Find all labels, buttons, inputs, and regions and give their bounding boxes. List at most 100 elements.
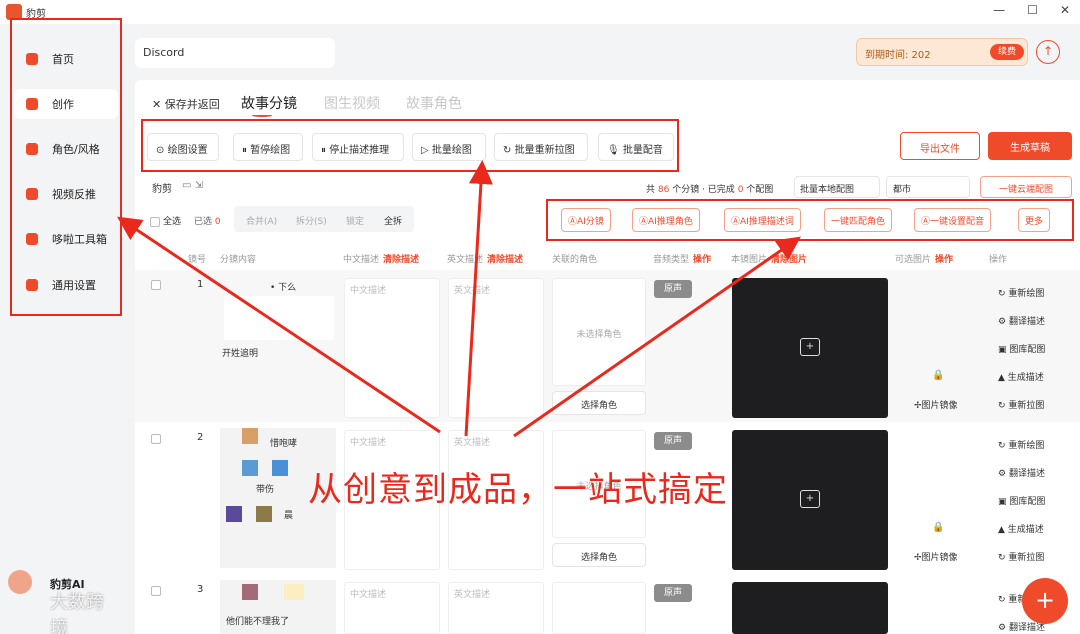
image-mirror-button[interactable]: ✢图片镜像 (914, 550, 958, 563)
target-icon: ⊙ (156, 145, 165, 156)
add-button[interactable]: + (1022, 578, 1068, 624)
minimize-icon[interactable]: — (993, 3, 1005, 17)
header-audio: 音频类型 操作 (653, 252, 711, 265)
batch-draw-button[interactable]: ▷ 批量绘图 (412, 133, 486, 161)
cloud-match-button[interactable]: 一键云端配图 (980, 176, 1072, 198)
sidebar-item-roles[interactable]: 角色/风格 (14, 134, 118, 164)
add-image-icon: + (800, 490, 820, 508)
repull-image-button[interactable]: ↻ 重新拉图 (998, 398, 1044, 411)
select-role-button[interactable]: 选择角色 (552, 391, 646, 415)
lock-button[interactable]: 锁定 (346, 214, 364, 227)
voice-tag[interactable]: 原声 (654, 280, 692, 298)
lock-icon[interactable]: 🔒 (932, 370, 944, 381)
redraw-button[interactable]: ↻ 重新绘图 (998, 286, 1044, 299)
sidebar-item-video-reverse[interactable]: 视频反推 (14, 179, 118, 209)
storyboard-summary: 共 86 个分镜 · 已完成 0 个配图 (646, 182, 773, 195)
split-all-button[interactable]: 全拆 (384, 214, 402, 227)
en-description-input[interactable]: 英文描述 (448, 278, 544, 418)
repull-image-button[interactable]: ↻ 重新拉图 (998, 550, 1044, 563)
storyboard-content[interactable]: • 下么 开姓追明 (220, 276, 336, 416)
batch-redraw-button[interactable]: ↻ 批量重新拉图 (494, 133, 588, 161)
ai-actions-highlight-box (546, 199, 1074, 241)
batch-local-match-button[interactable]: 批量本地配图 (794, 176, 880, 198)
optional-action-button[interactable]: 操作 (935, 255, 953, 265)
content-text: • 下么 (270, 283, 297, 293)
generate-description-button[interactable]: ▲ 生成描述 (998, 370, 1044, 383)
cn-description-input[interactable]: 中文描述 (344, 582, 440, 634)
translate-button[interactable]: ⚙ 翻译描述 (998, 314, 1045, 327)
translate-button[interactable]: ⚙ 翻译描述 (998, 466, 1045, 479)
image-slot[interactable] (732, 582, 888, 634)
upload-icon[interactable]: ↑ (1036, 40, 1060, 64)
image-slot[interactable]: + (732, 278, 888, 418)
renew-button[interactable]: 续费 (990, 44, 1024, 60)
merge-button[interactable]: 合并(A) (246, 214, 277, 227)
voice-tag[interactable]: 原声 (654, 432, 692, 450)
segment-actions: 合并(A) 拆分(S) 锁定 全拆 (234, 206, 414, 232)
stop-inference-button[interactable]: ⏸ 停止描述推理 (312, 133, 404, 161)
avatar[interactable] (8, 570, 32, 594)
row-number: 3 (197, 584, 204, 595)
auto-voice-button[interactable]: Ⓐ一键设置配音 (914, 208, 992, 232)
select-role-button[interactable]: 选择角色 (552, 543, 646, 567)
sidebar-item-label: 视频反推 (52, 188, 96, 201)
sidebar-item-toolbox[interactable]: 哆啦工具箱 (14, 224, 118, 254)
window-controls: — ☐ ✕ (993, 3, 1070, 17)
split-button[interactable]: 拆分(S) (296, 214, 327, 227)
cn-description-input[interactable]: 中文描述 (344, 278, 440, 418)
clear-image-button[interactable]: 清除图片 (771, 255, 807, 265)
row-checkbox[interactable] (151, 586, 161, 596)
role-slot[interactable]: 未选择角色 (552, 278, 646, 386)
header-cn: 中文描述 清除描述 (343, 252, 419, 265)
row-checkbox[interactable] (151, 434, 161, 444)
ai-infer-roles-button[interactable]: ⒶAI推理角色 (632, 208, 700, 232)
gallery-match-button[interactable]: ▣ 图库配图 (998, 342, 1045, 355)
checkbox[interactable] (150, 216, 160, 227)
palette-icon (26, 98, 38, 110)
op-label: 翻译描述 (1008, 623, 1045, 633)
ai-infer-prompt-button[interactable]: ⒶAI推理描述词 (724, 208, 801, 232)
close-icon[interactable]: ✕ (1060, 3, 1070, 17)
image-slot[interactable]: + (732, 430, 888, 570)
redraw-button[interactable]: ↻ 重新绘图 (998, 438, 1044, 451)
style-select[interactable]: 都市 (886, 176, 970, 198)
drawing-settings-button[interactable]: ⊙ 绘图设置 (147, 133, 219, 161)
content-text: 带伤 (256, 485, 275, 495)
generate-draft-button[interactable]: 生成草稿 (988, 132, 1072, 160)
maximize-icon[interactable]: ☐ (1027, 3, 1038, 17)
generate-description-button[interactable]: ▲ 生成描述 (998, 522, 1044, 535)
button-label: 暂停绘图 (250, 145, 291, 156)
gallery-match-button[interactable]: ▣ 图库配图 (998, 494, 1045, 507)
header-content: 分镜内容 (220, 255, 257, 265)
sidebar-item-settings[interactable]: 通用设置 (14, 270, 118, 300)
clear-cn-button[interactable]: 清除描述 (383, 255, 419, 265)
op-label: 重新拉图 (1008, 401, 1045, 411)
lock-icon[interactable]: 🔒 (932, 522, 944, 533)
clear-en-button[interactable]: 清除描述 (487, 255, 523, 265)
pause-drawing-button[interactable]: ⏸ 暂停绘图 (233, 133, 303, 161)
row-checkbox[interactable] (151, 280, 161, 290)
batch-voice-button[interactable]: 🎙 批量配音 (598, 133, 674, 161)
image-mirror-button[interactable]: ✢图片镜像 (914, 398, 958, 411)
audio-action-button[interactable]: 操作 (693, 255, 711, 265)
sidebar-item-create[interactable]: 创作 (14, 89, 118, 119)
export-file-button[interactable]: 导出文件 (900, 132, 980, 160)
auto-match-roles-button[interactable]: 一键匹配角色 (824, 208, 893, 232)
en-description-input[interactable]: 英文描述 (448, 582, 544, 634)
mirror-label: 图片镜像 (921, 553, 958, 563)
tab-storyboard[interactable]: 故事分镜 (241, 93, 297, 113)
select-all-checkbox[interactable]: 全选 (150, 214, 181, 227)
folder-icon[interactable]: ▭ ⇲ (182, 180, 203, 191)
voice-tag[interactable]: 原声 (654, 584, 692, 602)
project-name-field[interactable]: Discord (135, 38, 335, 68)
button-label: AI推理描述词 (740, 217, 794, 227)
tab-story-roles[interactable]: 故事角色 (406, 93, 462, 113)
sidebar-item-home[interactable]: 首页 (14, 44, 118, 74)
tab-image-to-video[interactable]: 图生视频 (324, 93, 380, 113)
more-button[interactable]: 更多 (1018, 208, 1051, 232)
summary-mid: 个分镜 · 已完成 (672, 185, 735, 195)
ai-storyboard-button[interactable]: ⒶAI分镜 (561, 208, 611, 232)
save-and-back-button[interactable]: ✕ 保存并返回 (152, 96, 220, 112)
role-slot[interactable] (552, 582, 646, 634)
storyboard-content[interactable]: 他们能不理我了 (220, 580, 336, 634)
